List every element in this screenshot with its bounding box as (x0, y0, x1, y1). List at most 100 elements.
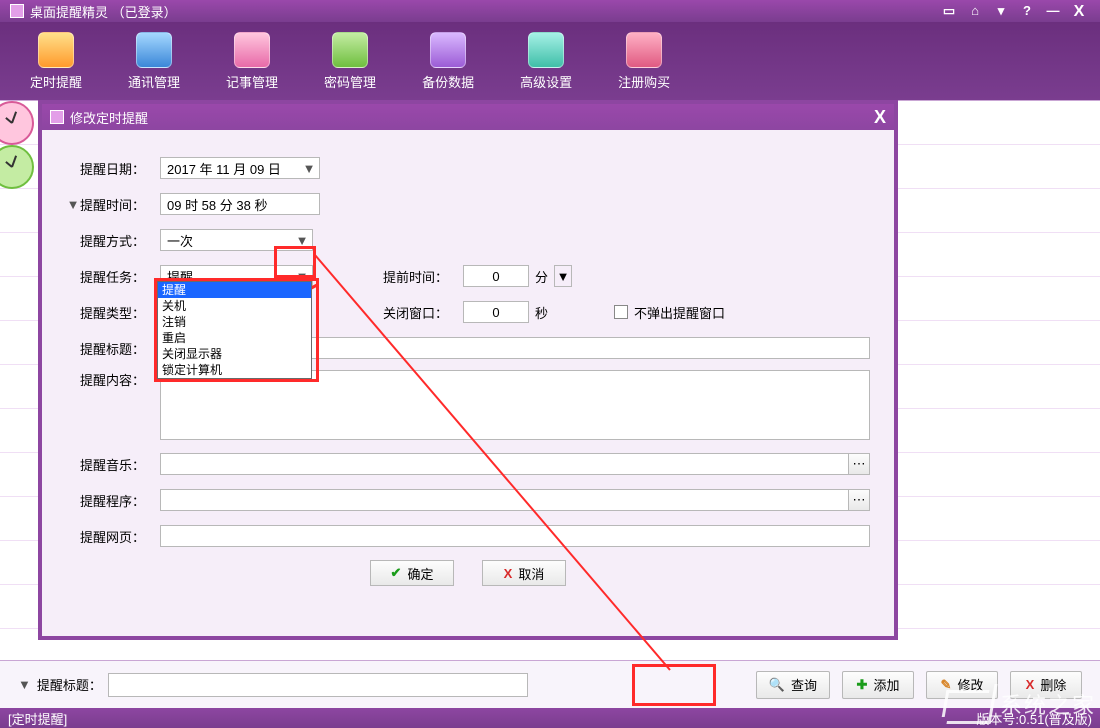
dropdown-option[interactable]: 关机 (158, 298, 311, 314)
toolbar-label: 注册购买 (618, 72, 670, 91)
cancel-label: 取消 (518, 564, 544, 583)
program-input[interactable] (160, 489, 849, 511)
close-label: 关闭窗口： (383, 303, 463, 322)
toolbar-label: 定时提醒 (30, 72, 82, 91)
toolbar-item[interactable]: 备份数据 (422, 32, 474, 91)
close-unit: 秒 (535, 303, 548, 322)
no-popup-checkbox[interactable] (614, 305, 628, 319)
dropdown-option[interactable]: 锁定计算机 (158, 362, 311, 378)
search-icon: 🔍 (769, 677, 785, 693)
window-title: 桌面提醒精灵 （已登录） (30, 2, 934, 21)
add-button[interactable]: ✚添加 (842, 671, 914, 699)
query-button[interactable]: 🔍 查询 (756, 671, 830, 699)
toolbar-item[interactable]: 记事管理 (226, 32, 278, 91)
close-icon[interactable]: X (1068, 3, 1090, 19)
toolbar-item[interactable]: 注册购买 (618, 32, 670, 91)
toolbar-label: 通讯管理 (128, 72, 180, 91)
date-value: 2017 年 11 月 09 日 (161, 159, 299, 178)
close-input[interactable]: 0 (463, 301, 529, 323)
program-label: 提醒程序： (80, 491, 160, 510)
music-label: 提醒音乐： (80, 455, 160, 474)
help-icon[interactable]: ? (1016, 3, 1038, 19)
dropdown-option[interactable]: 关闭显示器 (158, 346, 311, 362)
dialog-close-icon[interactable]: X (874, 107, 886, 128)
ok-label: 确定 (407, 564, 433, 583)
content-input[interactable] (160, 370, 870, 440)
home-icon[interactable]: ⌂ (964, 3, 986, 19)
chevron-down-icon[interactable]: ▼ (554, 265, 572, 287)
music-input[interactable] (160, 453, 849, 475)
toolbar-icon (626, 32, 662, 68)
toolbar-label: 密码管理 (324, 72, 376, 91)
toolbar-item[interactable]: 高级设置 (520, 32, 572, 91)
watermark-text: 系统之家 (1000, 688, 1096, 720)
advance-value: 0 (492, 269, 499, 284)
url-input[interactable] (160, 525, 870, 547)
tool-icon[interactable]: ▭ (938, 3, 960, 19)
dialog-title: 修改定时提醒 (70, 108, 148, 127)
dropdown-option[interactable]: 提醒 (158, 282, 311, 298)
toolbar-icon (528, 32, 564, 68)
menu-arrow-icon[interactable]: ▾ (990, 3, 1012, 19)
toolbar-icon (332, 32, 368, 68)
dialog-body: 提醒日期： 2017 年 11 月 09 日 ▼ ▼ 提醒时间： 09 时 58… (42, 130, 894, 636)
dialog-icon (50, 110, 64, 124)
dialog-titlebar: 修改定时提醒 X (42, 104, 894, 130)
mode-select[interactable]: 一次 ▼ (160, 229, 313, 251)
toolbar-item[interactable]: 通讯管理 (128, 32, 180, 91)
date-label: 提醒日期： (80, 159, 160, 178)
toolbar-label: 高级设置 (520, 72, 572, 91)
toolbar-label: 备份数据 (422, 72, 474, 91)
watermark-logo-icon (946, 684, 997, 724)
watermark: 系统之家 (950, 684, 1096, 724)
time-label: 提醒时间： (80, 195, 160, 214)
mode-value: 一次 (161, 231, 292, 250)
ok-button[interactable]: ✔ 确定 (370, 560, 454, 586)
chevron-down-icon: ▼ (292, 233, 312, 248)
status-bar: [定时提醒] 版本号:0.51(普及版) (0, 708, 1100, 728)
title-label: 提醒标题： (80, 339, 160, 358)
advance-unit: 分 (535, 267, 548, 286)
advance-label: 提前时间： (383, 267, 463, 286)
x-icon: X (504, 566, 513, 581)
toolbar-label: 记事管理 (226, 72, 278, 91)
minimize-icon[interactable]: — (1042, 3, 1064, 19)
toolbar-item[interactable]: 定时提醒 (30, 32, 82, 91)
browse-program-button[interactable]: ⋯ (848, 489, 870, 511)
check-icon: ✔ (391, 565, 402, 581)
toolbar-icon (234, 32, 270, 68)
toolbar-icon (136, 32, 172, 68)
collapse-arrow-icon[interactable]: ▼ (66, 197, 80, 212)
bottom-bar: ▼ 提醒标题： 🔍查询 ✚添加 ✎修改 X删除 (0, 660, 1100, 708)
content-label: 提醒内容： (80, 366, 160, 389)
clock-icon (0, 145, 34, 189)
main-toolbar: 定时提醒 通讯管理 记事管理 密码管理 备份数据 高级设置 注册购买 (0, 22, 1100, 100)
clock-icon (0, 101, 34, 145)
main-titlebar: 桌面提醒精灵 （已登录） ▭ ⌂ ▾ ? — X (0, 0, 1100, 22)
date-select[interactable]: 2017 年 11 月 09 日 ▼ (160, 157, 320, 179)
filter-input[interactable] (108, 673, 528, 697)
query-label: 查询 (791, 675, 817, 694)
type-label: 提醒类型： (80, 303, 160, 322)
plus-icon: ✚ (857, 677, 868, 693)
status-tab: [定时提醒] (8, 709, 67, 728)
time-input[interactable]: 09 时 58 分 38 秒 (160, 193, 320, 215)
dropdown-option[interactable]: 重启 (158, 330, 311, 346)
collapse-arrow-icon[interactable]: ▼ (18, 677, 31, 692)
task-dropdown: 提醒关机注销重启关闭显示器锁定计算机 (157, 281, 312, 379)
task-label: 提醒任务： (80, 267, 160, 286)
close-value: 0 (492, 305, 499, 320)
app-icon (10, 4, 24, 18)
toolbar-icon (430, 32, 466, 68)
dropdown-option[interactable]: 注销 (158, 314, 311, 330)
filter-label: 提醒标题： (37, 675, 102, 694)
browse-music-button[interactable]: ⋯ (848, 453, 870, 475)
toolbar-item[interactable]: 密码管理 (324, 32, 376, 91)
toolbar-icon (38, 32, 74, 68)
time-value: 09 时 58 分 38 秒 (167, 195, 267, 214)
url-label: 提醒网页： (80, 527, 160, 546)
advance-input[interactable]: 0 (463, 265, 529, 287)
edit-reminder-dialog: 修改定时提醒 X 提醒日期： 2017 年 11 月 09 日 ▼ ▼ 提醒时间… (38, 100, 898, 640)
no-popup-label: 不弹出提醒窗口 (634, 303, 725, 322)
cancel-button[interactable]: X 取消 (482, 560, 566, 586)
